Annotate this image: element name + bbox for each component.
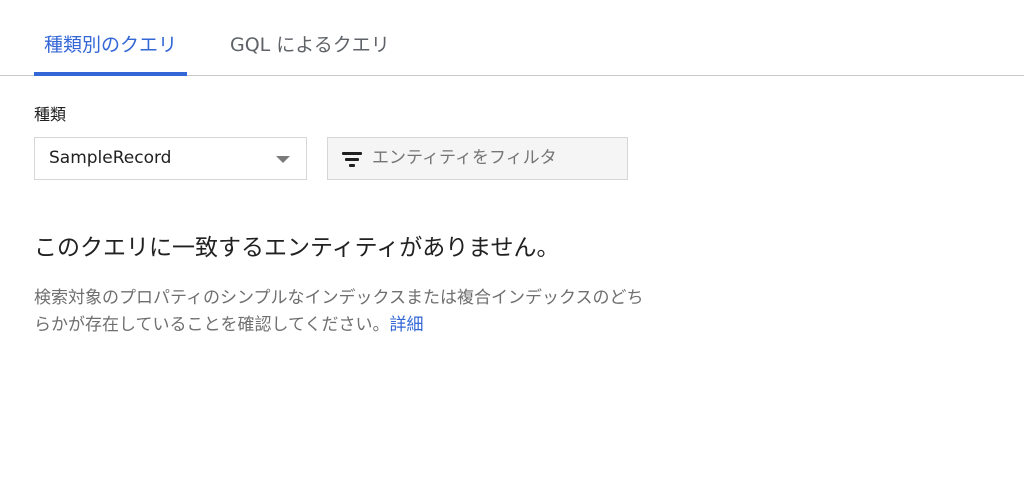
kind-select[interactable]: SampleRecord bbox=[34, 137, 307, 180]
filter-icon bbox=[342, 150, 362, 168]
empty-state-description: 検索対象のプロパティのシンプルなインデックスまたは複合インデックスのどち らかが… bbox=[34, 285, 834, 339]
empty-state-description-line: らかが存在していることを確認してください。詳細 bbox=[34, 312, 834, 339]
tab-gql-query[interactable]: GQL によるクエリ bbox=[230, 28, 415, 76]
tab-kind-query[interactable]: 種類別のクエリ bbox=[34, 28, 187, 76]
empty-state-title: このクエリに一致するエンティティがありません。 bbox=[34, 235, 560, 261]
kind-select-value: SampleRecord bbox=[49, 148, 172, 168]
kind-label: 種類 bbox=[34, 105, 67, 124]
dropdown-caret-icon bbox=[276, 156, 290, 163]
query-tabs: 種類別のクエリ GQL によるクエリ bbox=[0, 0, 1024, 76]
filter-entities-button[interactable]: エンティティをフィルタ bbox=[327, 137, 628, 180]
filter-entities-label: エンティティをフィルタ bbox=[372, 148, 557, 168]
page: 種類別のクエリ GQL によるクエリ 種類 SampleRecord エンティテ… bbox=[0, 0, 1024, 481]
details-link[interactable]: 詳細 bbox=[389, 315, 423, 335]
empty-state-description-line: 検索対象のプロパティのシンプルなインデックスまたは複合インデックスのどち bbox=[34, 288, 644, 308]
empty-state-description-text: らかが存在していることを確認してください。 bbox=[34, 315, 390, 335]
